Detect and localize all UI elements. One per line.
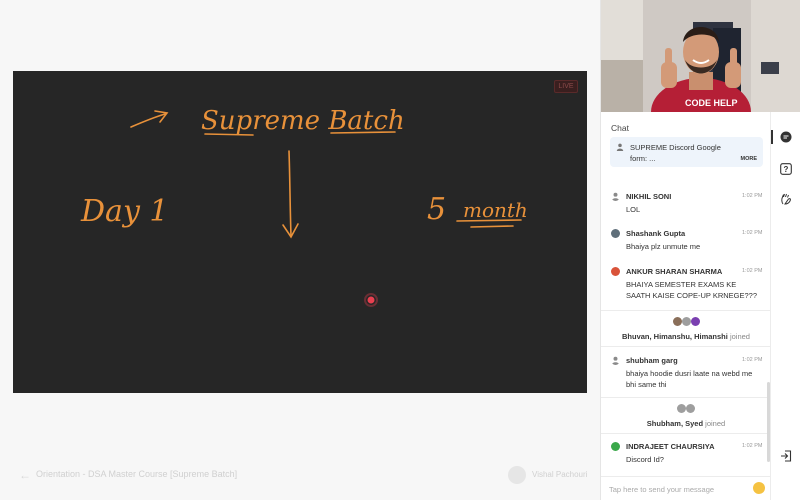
- active-tab-indicator: [771, 130, 773, 144]
- chat-message-input[interactable]: [609, 481, 749, 497]
- message-text: Discord Id?: [626, 455, 664, 464]
- pinned-message[interactable]: SUPREME Discord Google form: ... MORE: [610, 137, 763, 167]
- chat-messages[interactable]: NIKHIL SONI 1:02 PM LOL Shashank Gupta 1…: [601, 172, 771, 472]
- user-icon: [611, 192, 620, 201]
- back-arrow-icon[interactable]: ←: [19, 469, 31, 481]
- board-day: Day 1: [80, 194, 169, 229]
- emoji-icon[interactable]: [753, 482, 765, 494]
- message-time: 1:02 PM: [742, 230, 763, 236]
- chat-heading: Chat: [611, 123, 629, 133]
- message-author: shubham garg: [626, 356, 678, 365]
- chat-icon[interactable]: [780, 131, 792, 143]
- user-avatar-icon: [686, 404, 695, 413]
- user-icon: [616, 143, 624, 151]
- joined-names: Bhuvan, Himanshu, Himanshi: [622, 332, 728, 341]
- hand-raise-icon[interactable]: [780, 193, 792, 205]
- whiteboard: Supreme Batch Day 1 5 month LIVE: [13, 71, 587, 393]
- message-text: LOL: [626, 205, 641, 214]
- chat-scrollbar[interactable]: [767, 382, 770, 462]
- join-avatars: [601, 404, 771, 414]
- educator-webcam: CODE HELP: [601, 0, 800, 112]
- join-avatars: [601, 317, 771, 327]
- exit-icon[interactable]: [780, 450, 792, 462]
- user-icon: [611, 356, 620, 365]
- message-text: BHAIYA SEMESTER EXAMS KE SAATH KAISE COP…: [626, 280, 758, 300]
- joined-names: Shubham, Syed: [646, 419, 704, 428]
- course-title: Orientation - DSA Master Course [Supreme…: [36, 469, 238, 479]
- arrow-stroke: [130, 113, 166, 128]
- user-avatar-icon: [690, 317, 700, 326]
- right-panel: CODE HELP Chat SUPREME Discord Google fo…: [600, 0, 800, 500]
- join-text: Bhuvan, Himanshu, Himanshi joined: [601, 332, 771, 341]
- message-author: NIKHIL SONI: [626, 192, 672, 201]
- board-title: Supreme Batch: [201, 106, 405, 136]
- joined-suffix: joined: [729, 332, 750, 341]
- board-months-word: month: [463, 198, 528, 222]
- message-author: INDRAJEET CHAURSIYA: [626, 442, 715, 451]
- underline-month-2: [470, 225, 514, 228]
- question-icon[interactable]: ?: [780, 163, 792, 175]
- join-text: Shubham, Syed joined: [601, 419, 771, 428]
- user-avatar-icon: [677, 404, 686, 413]
- bottom-bar: ← Orientation - DSA Master Course [Supre…: [0, 462, 600, 490]
- message-author: Shashank Gupta: [626, 229, 686, 238]
- educator-name: Vishal Pachouri: [532, 470, 588, 479]
- message-time: 1:02 PM: [742, 193, 763, 199]
- whiteboard-drawing: Supreme Batch Day 1 5 month: [80, 106, 528, 307]
- chat-input-row: [601, 476, 771, 500]
- message-time: 1:02 PM: [742, 443, 763, 449]
- class-stage: Supreme Batch Day 1 5 month LIVE ← Orien…: [0, 0, 600, 500]
- hoodie-print: CODE HELP: [685, 98, 738, 108]
- join-notice: Shubham, Syed joined: [601, 397, 771, 434]
- joined-suffix: joined: [705, 419, 726, 428]
- user-avatar-icon: [681, 317, 691, 326]
- side-icon-rail: ?: [771, 112, 800, 500]
- user-avatar-icon: [611, 442, 620, 451]
- board-months-number: 5: [427, 192, 446, 227]
- user-avatar-icon: [672, 317, 682, 326]
- user-avatar-icon: [611, 229, 620, 238]
- down-arrow-stroke: [288, 150, 292, 237]
- message-text: bhaiya hoodie dusri laate na webd me bhi…: [626, 369, 753, 389]
- webcam-feed: CODE HELP: [601, 0, 800, 112]
- message-author: ANKUR SHARAN SHARMA: [626, 267, 723, 276]
- join-notice: Bhuvan, Himanshu, Himanshi joined: [601, 310, 771, 347]
- message-text: Bhaiya plz unmute me: [626, 242, 701, 251]
- message-time: 1:02 PM: [742, 268, 763, 274]
- pinned-message-text: SUPREME Discord Google form: ...: [630, 143, 721, 163]
- pinned-more-button[interactable]: MORE: [741, 156, 758, 162]
- laser-pointer: [367, 296, 375, 304]
- chat-panel: Chat SUPREME Discord Google form: ... MO…: [601, 112, 771, 500]
- live-badge: LIVE: [554, 80, 578, 93]
- svg-text:?: ?: [784, 165, 789, 174]
- educator-avatar: [508, 466, 526, 484]
- message-time: 1:02 PM: [742, 357, 763, 363]
- user-avatar-icon: [611, 267, 620, 276]
